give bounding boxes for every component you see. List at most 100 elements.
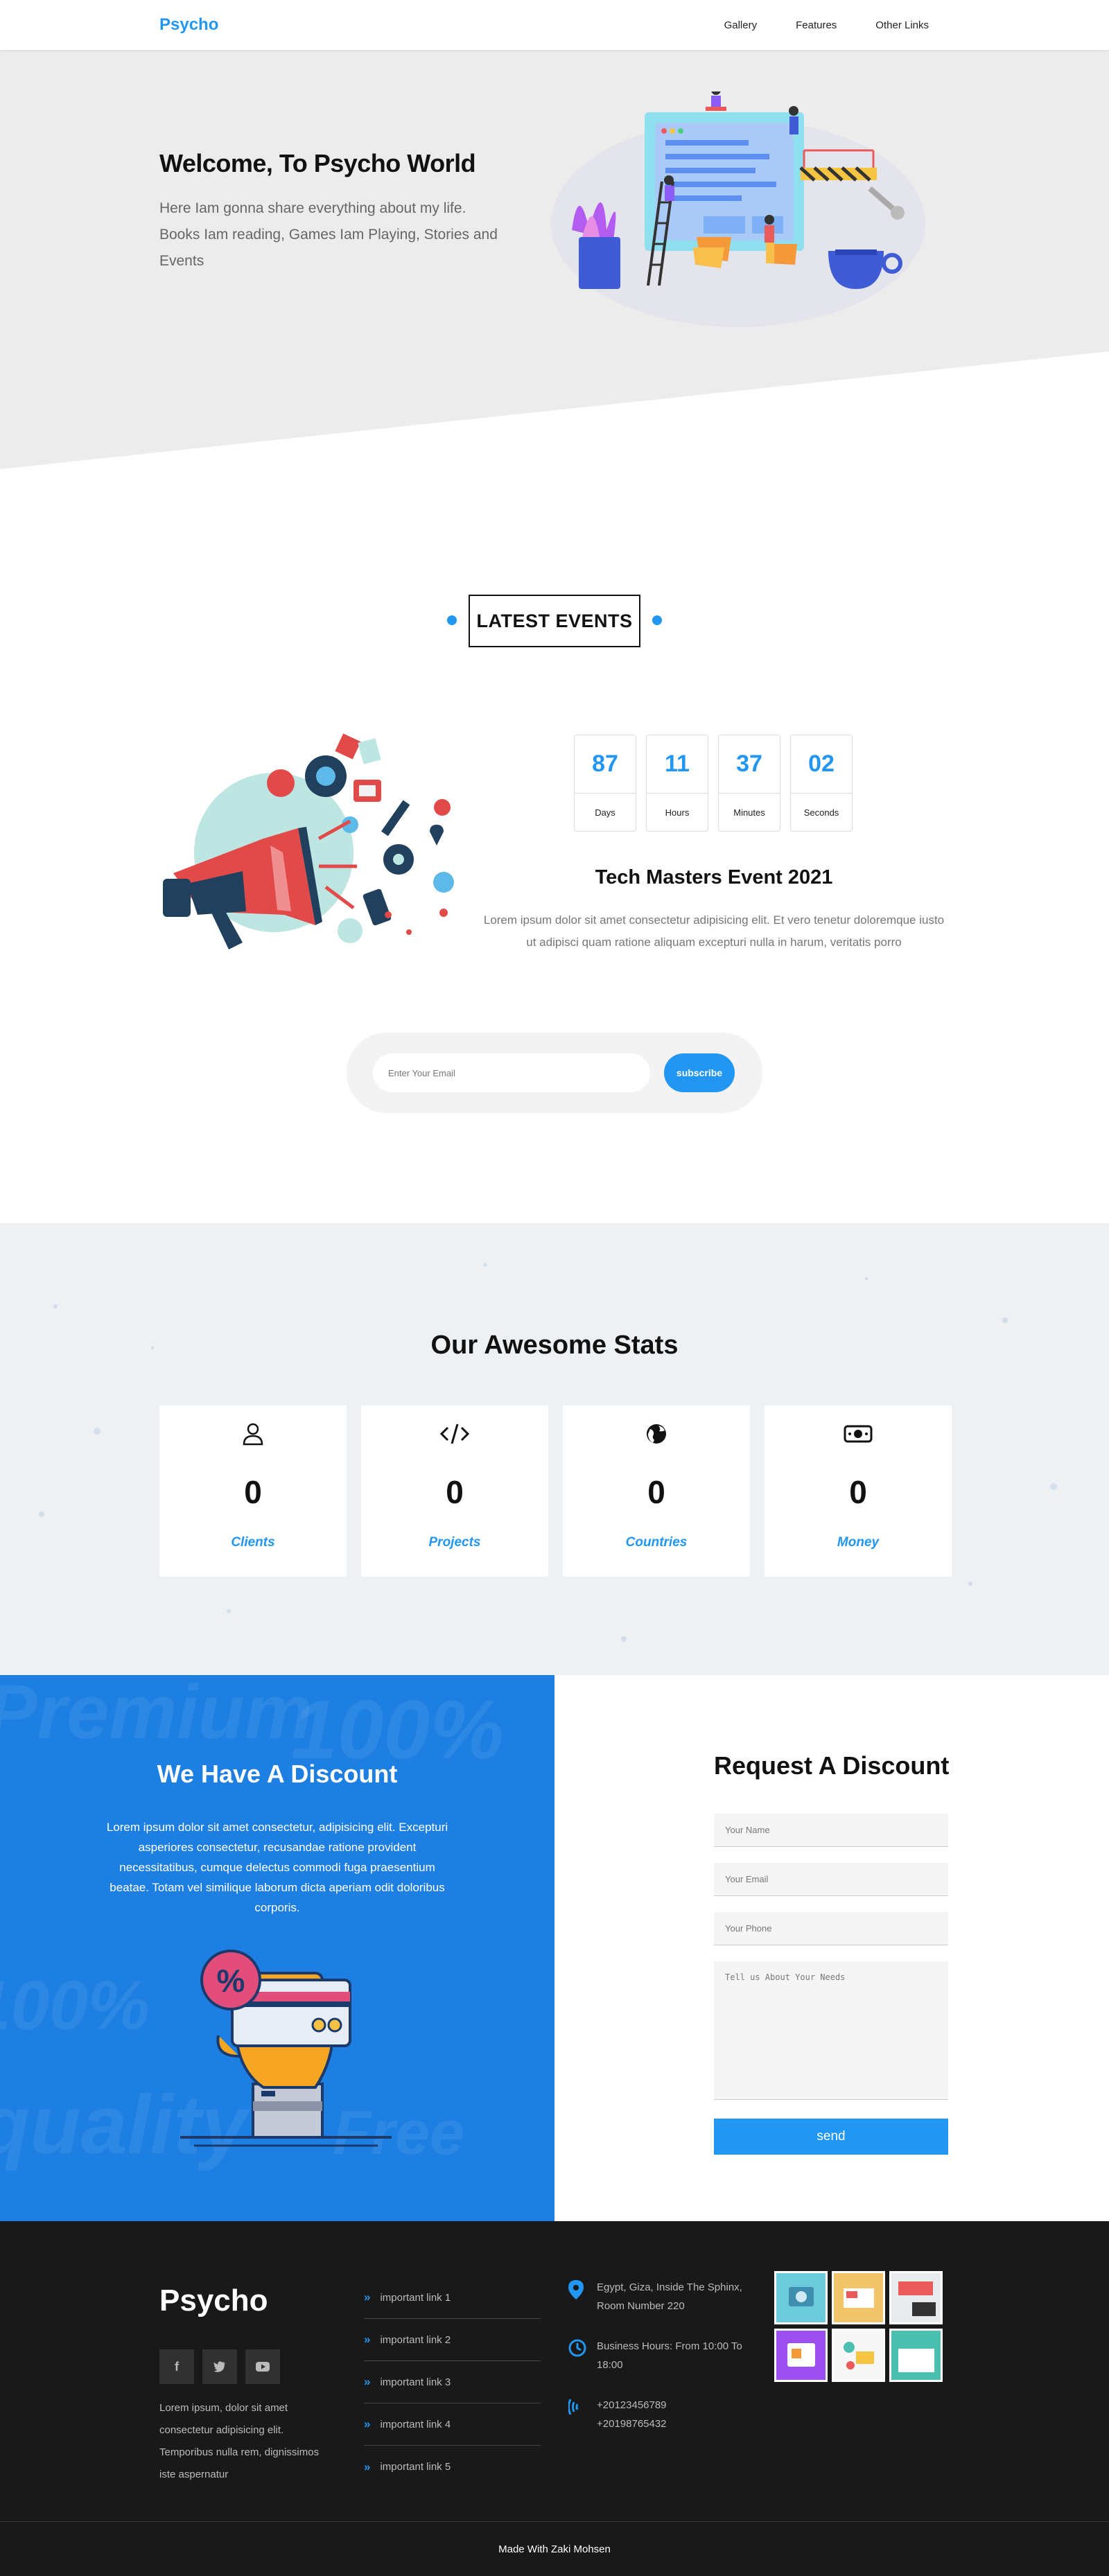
footer-text: Lorem ipsum, dolor sit amet consectetur … (159, 2402, 320, 2480)
gallery-image (789, 2287, 814, 2306)
discount-title: We Have A Discount (157, 1760, 398, 1788)
event-description: Lorem ipsum dolor sit amet consectetur a… (483, 913, 945, 949)
footer-link-label[interactable]: important link 4 (380, 2419, 451, 2430)
stat-card-money: 0 Money (765, 1405, 952, 1577)
phone-icon (568, 2399, 579, 2415)
phone-number-2[interactable]: +20198765432 (597, 2415, 763, 2433)
events-section-title: LATEST EVENTS (469, 595, 640, 647)
footer-link-label[interactable]: important link 3 (380, 2376, 451, 2388)
youtube-icon[interactable] (245, 2349, 280, 2384)
form-title: Request A Discount (714, 1751, 950, 1780)
stats-section: Our Awesome Stats 0 Clients 0 Projects 0… (0, 1223, 1109, 1675)
stats-title: Our Awesome Stats (430, 1331, 679, 1360)
stat-label: Clients (231, 1535, 275, 1550)
double-chevron-icon: » (364, 2290, 371, 2304)
footer-link[interactable]: » important link 1 (364, 2277, 541, 2319)
hero-section: Welcome, To Psycho World Here Iam gonna … (0, 50, 1109, 469)
clock-icon (568, 2339, 586, 2357)
footer-credit: Made With Zaki Mohsen (0, 2521, 1109, 2576)
social-links: f (159, 2349, 280, 2384)
discount-promo: Premium 100% quality Free 100% We Have A… (0, 1675, 554, 2221)
gallery-image (787, 2343, 815, 2367)
countdown-label: Days (595, 807, 615, 818)
hero-text: Here Iam gonna share everything about my… (159, 200, 498, 269)
stat-label: Projects (428, 1535, 481, 1550)
hours-text: Business Hours: From 10:00 To 18:00 (597, 2340, 742, 2371)
main-nav: Gallery Features Other Links (724, 0, 929, 50)
stat-card-clients: 0 Clients (159, 1405, 347, 1577)
gallery-image (898, 2349, 934, 2372)
user-icon (243, 1423, 263, 1446)
gallery-thumbnail[interactable] (774, 2329, 828, 2382)
footer-link[interactable]: » important link 2 (364, 2319, 541, 2361)
gallery-thumbnail[interactable] (889, 2271, 943, 2324)
facebook-icon[interactable]: f (159, 2349, 194, 2384)
title-dot-left (447, 615, 457, 625)
youtube-play-icon (256, 2362, 270, 2372)
stat-card-projects: 0 Projects (361, 1405, 548, 1577)
send-button[interactable]: send (714, 2119, 948, 2155)
site-logo[interactable]: Psycho (159, 15, 218, 35)
stat-cards: 0 Clients 0 Projects 0 Countries 0 Money (159, 1405, 952, 1577)
money-icon (844, 1425, 873, 1443)
gallery-image (898, 2281, 936, 2316)
double-chevron-icon: » (364, 2460, 371, 2473)
phone-numbers: +20123456789 +20198765432 (597, 2396, 763, 2433)
footer-link-label[interactable]: important link 2 (380, 2334, 451, 2346)
background-decoration: 100% (0, 1967, 150, 2044)
footer-link[interactable]: » important link 3 (364, 2361, 541, 2403)
countdown: 87 Days 11 Hours 37 Minutes 02 Seconds (574, 735, 853, 832)
location-pin-icon (568, 2280, 584, 2299)
event-title: Tech Masters Event 2021 (595, 866, 833, 888)
code-icon (439, 1423, 470, 1444)
countdown-value: 37 (719, 735, 780, 794)
discount-card-illustration: % (180, 1949, 392, 2147)
site-header: Psycho Gallery Features Other Links (0, 0, 1109, 50)
address-text: Egypt, Giza, Inside The Sphinx, Room Num… (597, 2281, 742, 2312)
countdown-days: 87 Days (574, 735, 636, 832)
double-chevron-icon: » (364, 2375, 371, 2388)
footer-link-label[interactable]: important link 1 (380, 2292, 451, 2304)
footer-link[interactable]: » important link 5 (364, 2446, 541, 2488)
twitter-icon[interactable] (202, 2349, 237, 2384)
double-chevron-icon: » (364, 2333, 371, 2346)
footer-links: » important link 1 » important link 2 » imp… (364, 2277, 541, 2488)
email-input[interactable]: Enter Your Email (373, 1053, 650, 1092)
hero-title: Welcome, To Psycho World (159, 149, 476, 177)
name-field[interactable]: Your Name (714, 1814, 948, 1847)
countdown-label: Hours (665, 807, 690, 818)
stat-value: 0 (446, 1474, 464, 1510)
phone-number-1[interactable]: +20123456789 (597, 2396, 763, 2415)
footer-gallery (774, 2271, 943, 2382)
countdown-seconds: 02 Seconds (790, 735, 853, 832)
subscribe-button[interactable]: subscribe (664, 1053, 735, 1092)
stat-value: 0 (647, 1474, 665, 1510)
nav-other-links[interactable]: Other Links (875, 19, 929, 31)
footer-link-label[interactable]: important link 5 (380, 2461, 451, 2473)
nav-features[interactable]: Features (796, 19, 837, 31)
countdown-label: Minutes (733, 807, 765, 818)
gallery-thumbnail[interactable] (832, 2271, 885, 2324)
globe-icon (647, 1424, 666, 1444)
svg-text:%: % (217, 1963, 245, 1999)
needs-textarea[interactable]: Tell us About Your Needs (714, 1961, 948, 2100)
discount-text: Lorem ipsum dolor sit amet consectetur, … (106, 1821, 448, 1914)
gallery-thumbnail[interactable] (774, 2271, 828, 2324)
phone-field[interactable]: Your Phone (714, 1912, 948, 1945)
megaphone-illustration (163, 733, 454, 949)
stat-value: 0 (244, 1474, 262, 1510)
countdown-minutes: 37 Minutes (718, 735, 780, 832)
double-chevron-icon: » (364, 2417, 371, 2430)
countdown-label: Seconds (803, 807, 839, 818)
gallery-image (844, 2288, 874, 2308)
footer-link[interactable]: » important link 4 (364, 2403, 541, 2446)
countdown-value: 02 (791, 735, 852, 794)
gallery-thumbnail[interactable] (889, 2329, 943, 2382)
email-field[interactable]: Your Email (714, 1863, 948, 1896)
stat-card-countries: 0 Countries (563, 1405, 750, 1577)
stat-label: Money (837, 1535, 880, 1550)
nav-gallery[interactable]: Gallery (724, 19, 758, 31)
gallery-thumbnail[interactable] (832, 2329, 885, 2382)
stat-label: Countries (625, 1535, 688, 1550)
countdown-value: 11 (647, 735, 708, 794)
